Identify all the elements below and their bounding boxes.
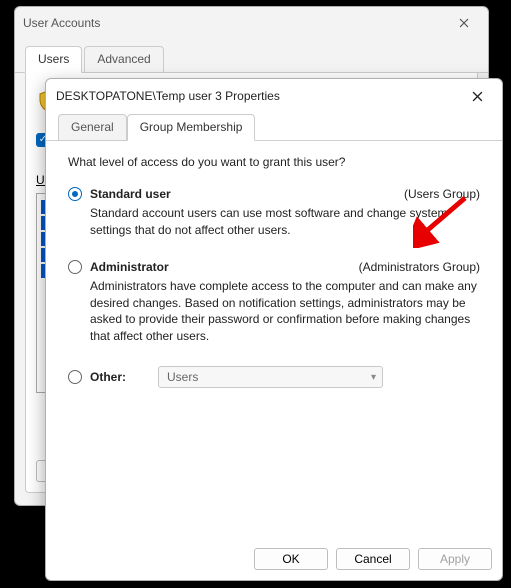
option-standard-user: Standard user (Users Group) Standard acc…	[68, 187, 480, 238]
close-icon[interactable]	[460, 82, 494, 110]
ok-button[interactable]: OK	[254, 548, 328, 570]
option-group-hint: (Users Group)	[404, 187, 480, 201]
window-title: User Accounts	[23, 16, 100, 30]
radio-administrator[interactable]	[68, 260, 82, 274]
close-icon[interactable]	[448, 9, 480, 37]
option-label[interactable]: Administrator	[90, 260, 169, 274]
dialog-buttons: OK Cancel Apply	[254, 548, 492, 570]
tab-general[interactable]: General	[58, 114, 127, 141]
option-other: Other: Users ▾	[68, 366, 480, 388]
option-description: Administrators have complete access to t…	[90, 278, 480, 344]
tabs: Users Advanced	[15, 45, 488, 73]
tab-advanced[interactable]: Advanced	[84, 46, 163, 73]
option-label[interactable]: Other:	[90, 370, 126, 384]
cancel-button[interactable]: Cancel	[336, 548, 410, 570]
apply-button[interactable]: Apply	[418, 548, 492, 570]
titlebar: User Accounts	[15, 7, 488, 39]
tab-group-membership[interactable]: Group Membership	[127, 114, 256, 141]
tab-content: What level of access do you want to gran…	[46, 141, 502, 388]
chevron-down-icon: ▾	[371, 372, 376, 383]
tabs: General Group Membership	[46, 113, 502, 141]
option-administrator: Administrator (Administrators Group) Adm…	[68, 260, 480, 344]
tab-users[interactable]: Users	[25, 46, 82, 73]
prompt-text: What level of access do you want to gran…	[68, 155, 480, 169]
radio-standard-user[interactable]	[68, 187, 82, 201]
option-group-hint: (Administrators Group)	[359, 260, 480, 274]
titlebar: DESKTOPATONE\Temp user 3 Properties	[46, 79, 502, 113]
select-value: Users	[167, 370, 198, 384]
user-properties-window: DESKTOPATONE\Temp user 3 Properties Gene…	[45, 78, 503, 581]
radio-other[interactable]	[68, 370, 82, 384]
window-title: DESKTOPATONE\Temp user 3 Properties	[56, 89, 280, 103]
option-label[interactable]: Standard user	[90, 187, 171, 201]
option-description: Standard account users can use most soft…	[90, 205, 480, 238]
other-group-select[interactable]: Users ▾	[158, 366, 383, 388]
